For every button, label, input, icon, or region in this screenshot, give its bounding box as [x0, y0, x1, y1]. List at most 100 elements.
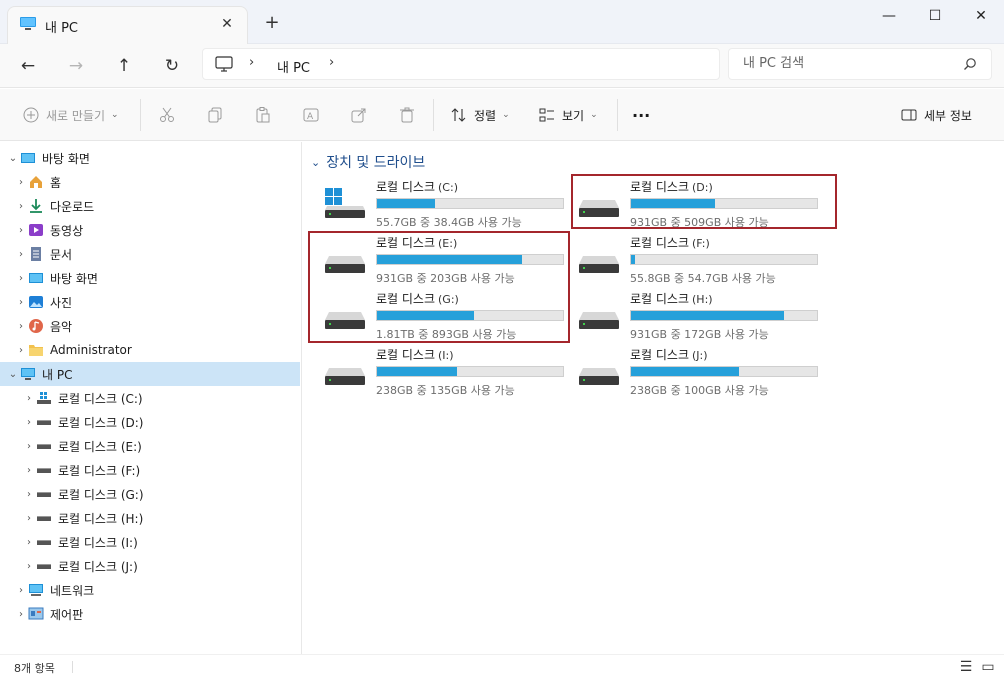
forward-button[interactable]: →	[61, 52, 91, 80]
pictures-icon	[29, 296, 43, 308]
new-tab-button[interactable]: +	[262, 14, 282, 34]
sidebar-item-drive-i[interactable]: › 로컬 디스크 (I:)	[0, 530, 300, 554]
sidebar-item-music[interactable]: › 음악	[0, 314, 300, 338]
close-window-button[interactable]: ✕	[958, 0, 1004, 32]
back-button[interactable]: ←	[13, 52, 43, 80]
sidebar-item-my-pc[interactable]: ⌄ 내 PC	[0, 362, 300, 386]
chevron-right-icon[interactable]: ›	[14, 297, 28, 308]
sidebar-item-drive-c[interactable]: › 로컬 디스크 (C:)	[0, 386, 300, 410]
chevron-right-icon[interactable]: ›	[22, 561, 36, 572]
chevron-right-icon[interactable]: ›	[14, 345, 28, 356]
chevron-right-icon[interactable]: ›	[14, 585, 28, 596]
maximize-button[interactable]: ☐	[912, 0, 958, 32]
refresh-button[interactable]: ↻	[157, 52, 187, 80]
command-bar: 새로 만들기 ⌄ A 정렬 ⌄ 보기 ⌄ ··· 세부 정보	[0, 89, 1004, 141]
close-tab-button[interactable]: ✕	[217, 14, 237, 34]
chevron-right-icon[interactable]: ›	[22, 465, 36, 476]
sidebar-item-control-panel[interactable]: › 제어판	[0, 602, 300, 626]
group-header-devices[interactable]: ⌄ 장치 및 드라이브	[311, 152, 425, 172]
drive-name: 로컬 디스크 (J:)	[630, 346, 708, 363]
drive-tile-j[interactable]: 로컬 디스크 (J:) 238GB 중 100GB 사용 가능	[557, 344, 818, 397]
drive-usage-bar	[630, 254, 818, 265]
minimize-button[interactable]: —	[866, 0, 912, 32]
drive-icon	[325, 368, 365, 385]
chevron-right-icon[interactable]: ›	[14, 321, 28, 332]
sidebar-item-drive-d[interactable]: › 로컬 디스크 (D:)	[0, 410, 300, 434]
chevron-right-icon[interactable]: ›	[22, 537, 36, 548]
sidebar-item-drive-f[interactable]: › 로컬 디스크 (F:)	[0, 458, 300, 482]
details-pane-button[interactable]: 세부 정보	[900, 102, 972, 128]
sidebar-item-drive-h[interactable]: › 로컬 디스크 (H:)	[0, 506, 300, 530]
drive-letter: (J:)	[692, 349, 708, 362]
drive-free-space: 55.7GB 중 38.4GB 사용 가능	[376, 216, 522, 229]
sidebar-item-label: 동영상	[50, 223, 84, 238]
drive-tile-c[interactable]: 로컬 디스크 (C:) 55.7GB 중 38.4GB 사용 가능	[303, 176, 564, 229]
chevron-right-icon[interactable]: ›	[14, 177, 28, 188]
folder-icon	[29, 345, 43, 356]
cut-icon[interactable]	[158, 106, 176, 124]
tiles-view-button[interactable]: ▭	[979, 658, 997, 676]
up-button[interactable]: ↑	[109, 52, 139, 80]
sidebar-item-documents[interactable]: › 문서	[0, 242, 300, 266]
copy-icon[interactable]	[206, 106, 224, 124]
drive-usage-fill	[377, 199, 435, 208]
sidebar-item-label: 로컬 디스크 (J:)	[58, 559, 138, 574]
sidebar-item-desktop[interactable]: › 바탕 화면	[0, 266, 300, 290]
drive-usage-fill	[631, 311, 784, 320]
details-view-button[interactable]: ☰	[957, 658, 975, 676]
sidebar-item-administrator[interactable]: › Administrator	[0, 338, 300, 362]
sort-icon	[451, 108, 466, 122]
chevron-right-icon[interactable]: ›	[22, 417, 36, 428]
sort-button[interactable]: 정렬 ⌄	[450, 102, 510, 128]
drive-letter: (C:)	[438, 181, 458, 194]
chevron-expanded-icon[interactable]: ⌄	[6, 153, 20, 164]
drive-free-space: 238GB 중 100GB 사용 가능	[630, 384, 769, 397]
view-button[interactable]: 보기 ⌄	[538, 102, 598, 128]
drive-tile-i[interactable]: 로컬 디스크 (I:) 238GB 중 135GB 사용 가능	[303, 344, 564, 397]
sidebar-item-home[interactable]: › 홈	[0, 170, 300, 194]
chevron-right-icon[interactable]: ›	[22, 393, 36, 404]
chevron-right-icon[interactable]: ›	[14, 609, 28, 620]
address-bar[interactable]: › 내 PC ›	[202, 48, 720, 80]
breadcrumb-my-pc[interactable]: 내 PC	[277, 57, 310, 76]
drive-tile-h[interactable]: 로컬 디스크 (H:) 931GB 중 172GB 사용 가능	[557, 288, 818, 341]
chevron-right-icon[interactable]: ›	[14, 249, 28, 260]
sidebar-item-label: 로컬 디스크 (F:)	[58, 463, 141, 478]
chevron-right-icon[interactable]: ›	[14, 273, 28, 284]
new-button-label: 새로 만들기	[46, 108, 106, 123]
sidebar-item-label: 로컬 디스크 (D:)	[58, 415, 144, 430]
sidebar-item-downloads[interactable]: › 다운로드	[0, 194, 300, 218]
sidebar-item-network[interactable]: › 네트워크	[0, 578, 300, 602]
sidebar-item-label: 다운로드	[50, 199, 95, 214]
paste-icon[interactable]	[254, 106, 272, 124]
sidebar-item-drive-g[interactable]: › 로컬 디스크 (G:)	[0, 482, 300, 506]
share-icon[interactable]	[350, 106, 368, 124]
chevron-right-icon[interactable]: ›	[14, 225, 28, 236]
drive-usage-fill	[377, 367, 457, 376]
sidebar-item-label: 문서	[50, 247, 73, 262]
sidebar-item-pictures[interactable]: › 사진	[0, 290, 300, 314]
search-input[interactable]	[743, 56, 953, 71]
sidebar-item-drive-e[interactable]: › 로컬 디스크 (E:)	[0, 434, 300, 458]
more-options-button[interactable]: ···	[632, 102, 650, 128]
tab-my-pc[interactable]: 내 PC ✕	[7, 6, 248, 44]
item-count: 8개 항목	[14, 662, 55, 675]
chevron-expanded-icon[interactable]: ⌄	[6, 369, 20, 380]
rename-icon[interactable]: A	[302, 106, 320, 124]
new-button[interactable]: 새로 만들기 ⌄	[22, 102, 119, 128]
chevron-right-icon[interactable]: ›	[22, 513, 36, 524]
sidebar-item-drive-j[interactable]: › 로컬 디스크 (J:)	[0, 554, 300, 578]
details-pane-icon	[901, 109, 917, 121]
breadcrumb-separator[interactable]: ›	[249, 55, 254, 70]
drive-tile-f[interactable]: 로컬 디스크 (F:) 55.8GB 중 54.7GB 사용 가능	[557, 232, 818, 285]
sort-button-label: 정렬	[474, 108, 497, 123]
delete-icon[interactable]	[398, 106, 416, 124]
search-box[interactable]	[728, 48, 992, 80]
sidebar-item-videos[interactable]: › 동영상	[0, 218, 300, 242]
chevron-right-icon[interactable]: ›	[14, 201, 28, 212]
address-row: ← → ↑ ↻ › 내 PC ›	[0, 44, 1004, 88]
chevron-right-icon[interactable]: ›	[22, 489, 36, 500]
breadcrumb-separator[interactable]: ›	[329, 55, 334, 70]
sidebar-item-desktop-root[interactable]: ⌄ 바탕 화면	[0, 146, 300, 170]
chevron-right-icon[interactable]: ›	[22, 441, 36, 452]
